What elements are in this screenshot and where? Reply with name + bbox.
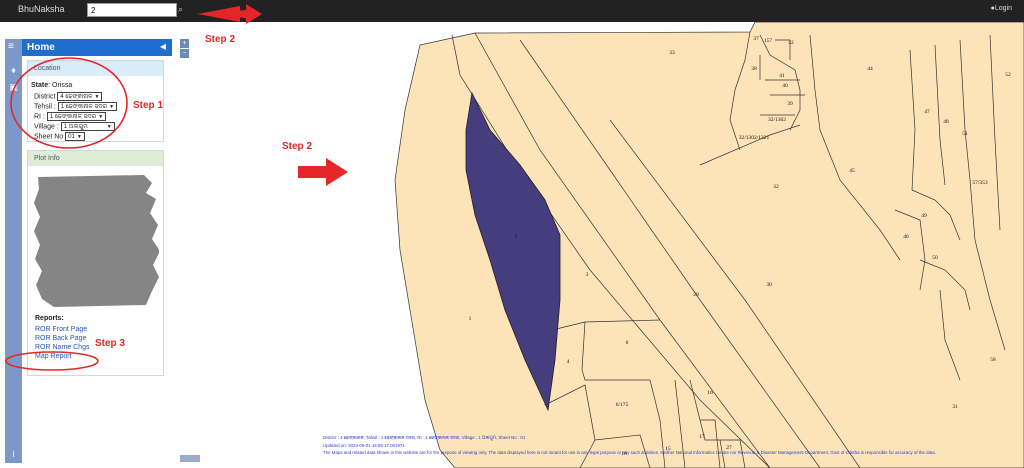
step2-map-arrow	[298, 158, 348, 186]
step3-ellipse	[5, 351, 99, 371]
annotation-overlay	[5, 4, 348, 371]
step2-top-label: Step 2	[205, 34, 236, 45]
step1-ellipse	[10, 57, 128, 149]
step3-label: Step 3	[95, 338, 126, 349]
step2-map-label: Step 2	[282, 141, 313, 152]
step1-label: Step 1	[133, 100, 164, 111]
step2-top-arrow-head	[198, 6, 240, 22]
